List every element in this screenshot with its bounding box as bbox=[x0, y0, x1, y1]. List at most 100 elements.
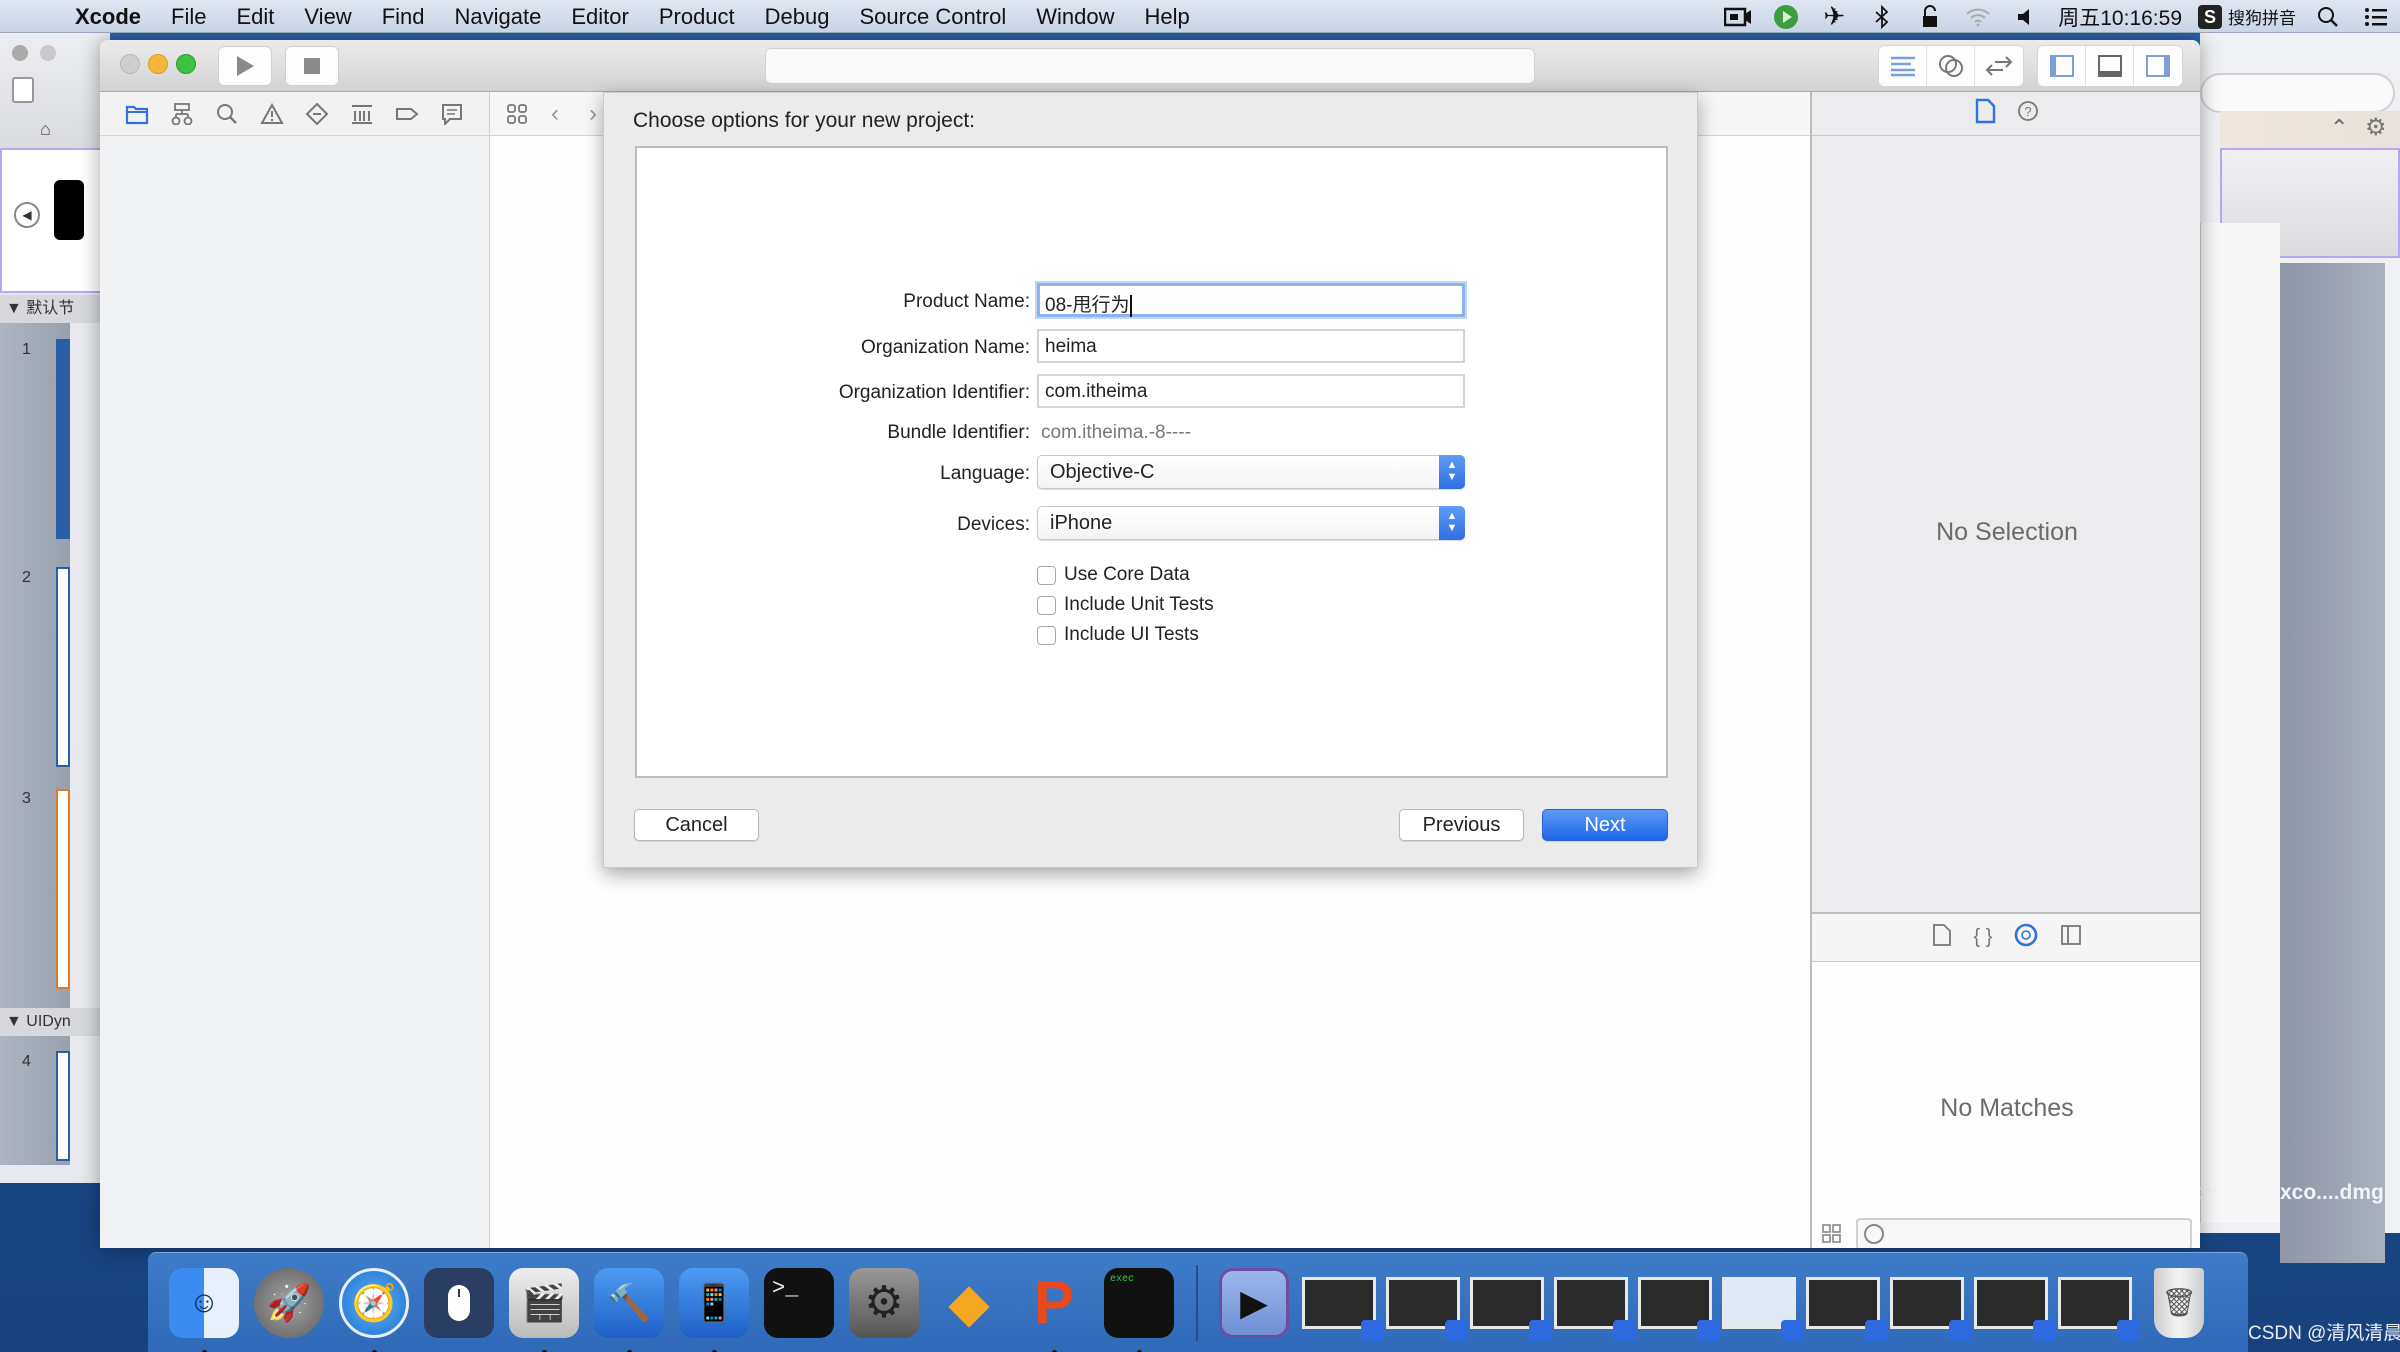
slide-thumbnail[interactable] bbox=[56, 339, 70, 539]
dock-minimized-window[interactable] bbox=[1801, 1261, 1887, 1345]
library-filter-field[interactable] bbox=[1856, 1218, 2192, 1248]
dock-presentation-app[interactable]: P bbox=[1012, 1261, 1096, 1352]
media-library-tab[interactable] bbox=[2060, 924, 2082, 951]
dock-terminal[interactable]: >_ bbox=[757, 1261, 841, 1345]
report-navigator-tab[interactable] bbox=[429, 94, 474, 134]
green-play-icon[interactable] bbox=[1762, 0, 1810, 33]
product-name-field[interactable]: 08-甩行为 bbox=[1037, 283, 1465, 317]
include-unit-tests-checkbox[interactable]: Include Unit Tests bbox=[1037, 593, 1214, 617]
utilities-toggle-button[interactable] bbox=[2134, 46, 2182, 86]
debug-area-toggle-button[interactable] bbox=[2086, 46, 2134, 86]
assistant-editor-button[interactable] bbox=[1927, 46, 1975, 86]
dock-trash[interactable]: 🗑 bbox=[2137, 1261, 2221, 1345]
slide-thumbnail[interactable] bbox=[56, 1051, 70, 1161]
chevron-up-icon[interactable]: ⌃ bbox=[2330, 115, 2348, 141]
window-close-icon[interactable] bbox=[12, 45, 28, 61]
dock-sketch[interactable]: ◆ bbox=[927, 1261, 1011, 1345]
menu-app-name[interactable]: Xcode bbox=[60, 0, 156, 33]
standard-editor-button[interactable] bbox=[1879, 46, 1927, 86]
issue-navigator-tab[interactable] bbox=[249, 94, 294, 134]
notification-list-icon[interactable] bbox=[2352, 0, 2400, 33]
go-back-button[interactable]: ‹ bbox=[536, 94, 574, 134]
menu-source-control[interactable]: Source Control bbox=[845, 0, 1022, 33]
window-minimize-icon[interactable] bbox=[40, 45, 56, 61]
organization-name-field[interactable]: heima bbox=[1037, 329, 1465, 363]
home-icon[interactable]: ⌂ bbox=[40, 119, 51, 140]
lock-icon[interactable] bbox=[1906, 0, 1954, 33]
dock-simulator[interactable]: 📱 bbox=[672, 1261, 756, 1352]
menu-help[interactable]: Help bbox=[1130, 0, 1205, 33]
stop-button[interactable] bbox=[285, 46, 339, 86]
background-search-field[interactable] bbox=[2200, 73, 2395, 113]
checkbox-box[interactable] bbox=[1037, 625, 1056, 645]
window-close-button[interactable] bbox=[120, 54, 140, 74]
dock-media-player[interactable]: ▶ bbox=[1212, 1261, 1296, 1345]
menu-window[interactable]: Window bbox=[1021, 0, 1129, 33]
project-navigator-tab[interactable] bbox=[114, 94, 159, 134]
desktop-file-label[interactable]: xco....dmg bbox=[2280, 1181, 2384, 1205]
slide-thumbnail-selected[interactable] bbox=[56, 789, 70, 989]
dock-mouse-app[interactable] bbox=[417, 1261, 501, 1345]
dock-minimized-window[interactable] bbox=[1297, 1261, 1383, 1345]
next-button[interactable]: Next bbox=[1542, 809, 1668, 841]
input-method-menu[interactable]: S 搜狗拼音 bbox=[2190, 0, 2304, 33]
slide-thumbnail[interactable] bbox=[56, 567, 70, 767]
section-header[interactable]: ▼ UIDyn bbox=[0, 1008, 110, 1036]
window-zoom-button[interactable] bbox=[176, 54, 196, 74]
airplane-icon[interactable]: ✈ bbox=[1810, 0, 1858, 33]
dock-screen-recorder[interactable]: 🎬 bbox=[502, 1261, 586, 1352]
bluetooth-icon[interactable] bbox=[1858, 0, 1906, 33]
dock-system-preferences[interactable]: ⚙ bbox=[842, 1261, 926, 1345]
volume-icon[interactable] bbox=[2002, 0, 2050, 33]
menu-debug[interactable]: Debug bbox=[750, 0, 845, 33]
test-navigator-tab[interactable] bbox=[294, 94, 339, 134]
menu-navigate[interactable]: Navigate bbox=[440, 0, 557, 33]
section-header[interactable]: ▼ 默认节 bbox=[0, 295, 110, 323]
gear-icon[interactable]: ⚙ bbox=[2365, 113, 2387, 142]
dock-minimized-window[interactable] bbox=[1969, 1261, 2055, 1345]
dock-minimized-window[interactable] bbox=[1381, 1261, 1467, 1345]
debug-navigator-tab[interactable] bbox=[339, 94, 384, 134]
background-window-left[interactable]: ⌂ ◀ ▼ 默认节 1 2 3 ▼ UIDyn 4 bbox=[0, 33, 110, 1183]
dock-exec-console[interactable]: exec bbox=[1097, 1261, 1181, 1352]
file-inspector-tab[interactable] bbox=[1974, 98, 1996, 129]
dock-minimized-window[interactable] bbox=[1633, 1261, 1719, 1345]
dock-minimized-window[interactable] bbox=[1717, 1261, 1803, 1345]
background-window-right[interactable]: ⌃ ⚙ opy xco....dmg bbox=[2180, 33, 2400, 1263]
devices-popup[interactable]: iPhone ▲ ▼ bbox=[1037, 506, 1465, 540]
dock-minimized-window[interactable] bbox=[2053, 1261, 2139, 1345]
organization-identifier-field[interactable]: com.itheima bbox=[1037, 374, 1465, 408]
related-items-button[interactable] bbox=[498, 94, 536, 134]
dock-xcode[interactable]: 🔨 bbox=[587, 1261, 671, 1352]
object-library-tab[interactable] bbox=[2014, 923, 2038, 952]
grid-view-icon[interactable] bbox=[1822, 1224, 1842, 1244]
dock-minimized-window[interactable] bbox=[1465, 1261, 1551, 1345]
window-minimize-button[interactable] bbox=[148, 54, 168, 74]
cancel-button[interactable]: Cancel bbox=[634, 809, 759, 841]
dock-launchpad[interactable]: 🚀 bbox=[247, 1261, 331, 1345]
dock-finder[interactable]: ☺ bbox=[162, 1261, 246, 1352]
use-core-data-checkbox[interactable]: Use Core Data bbox=[1037, 563, 1190, 587]
spotlight-search-icon[interactable] bbox=[2304, 0, 2352, 33]
file-template-library-tab[interactable] bbox=[1932, 923, 1952, 952]
slide-preview[interactable]: ◀ bbox=[0, 148, 110, 293]
language-popup[interactable]: Objective-C ▲ ▼ bbox=[1037, 455, 1465, 489]
back-arrow-icon[interactable]: ◀ bbox=[14, 202, 40, 228]
menu-editor[interactable]: Editor bbox=[556, 0, 643, 33]
navigator-toggle-button[interactable] bbox=[2038, 46, 2086, 86]
previous-button[interactable]: Previous bbox=[1399, 809, 1524, 841]
breakpoint-navigator-tab[interactable] bbox=[384, 94, 429, 134]
dock-minimized-window[interactable] bbox=[1549, 1261, 1635, 1345]
checkbox-box[interactable] bbox=[1037, 565, 1056, 585]
dock-safari[interactable]: 🧭 bbox=[332, 1261, 416, 1352]
quick-help-tab[interactable]: ? bbox=[2016, 99, 2040, 128]
include-ui-tests-checkbox[interactable]: Include UI Tests bbox=[1037, 623, 1199, 647]
code-snippet-library-tab[interactable]: { } bbox=[1974, 926, 1993, 949]
checkbox-box[interactable] bbox=[1037, 595, 1056, 615]
version-editor-button[interactable] bbox=[1975, 46, 2023, 86]
wifi-icon[interactable] bbox=[1954, 0, 2002, 33]
menu-file[interactable]: File bbox=[156, 0, 221, 33]
clock[interactable]: 周五10:16:59 bbox=[2050, 0, 2190, 33]
menu-product[interactable]: Product bbox=[644, 0, 750, 33]
screen-record-icon[interactable] bbox=[1714, 0, 1762, 33]
